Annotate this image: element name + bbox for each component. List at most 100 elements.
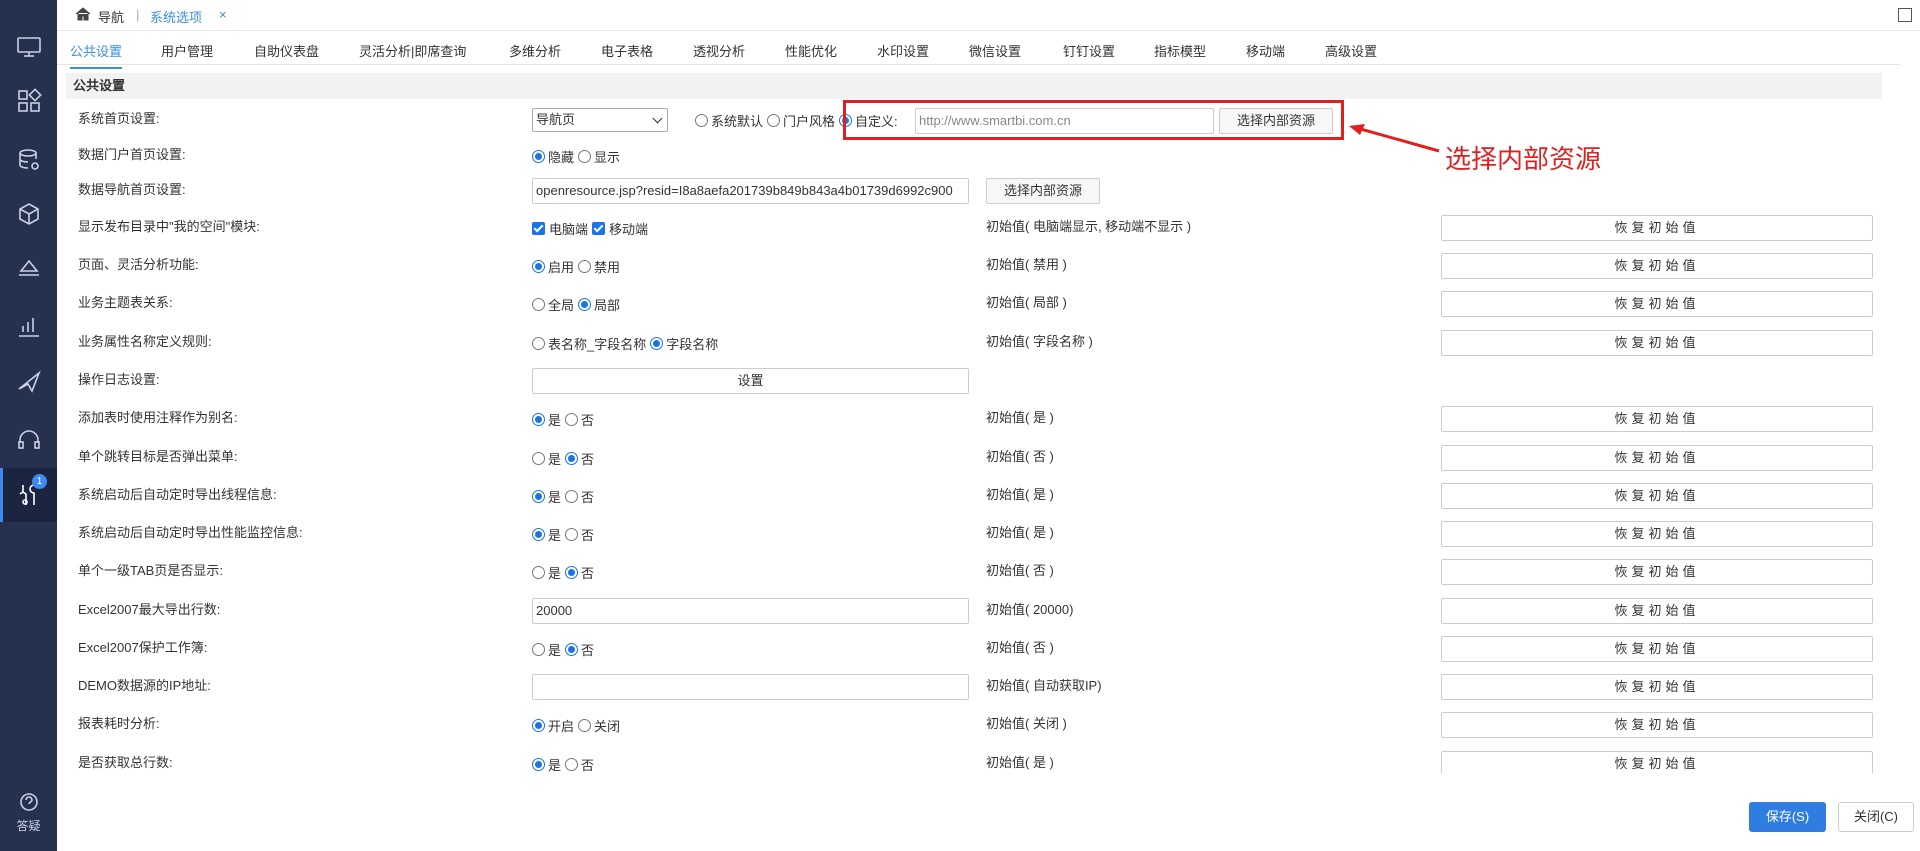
tab-metric-model[interactable]: 指标模型 bbox=[1154, 41, 1206, 60]
radio-yes[interactable]: 是 bbox=[532, 525, 561, 544]
reset-button[interactable]: 恢复初始值 bbox=[1441, 712, 1873, 738]
help-button[interactable]: 答疑 bbox=[0, 788, 57, 844]
radio-system-default[interactable]: 系统默认 bbox=[695, 111, 763, 130]
reset-button[interactable]: 恢复初始值 bbox=[1441, 598, 1873, 624]
reset-button[interactable]: 恢复初始值 bbox=[1441, 406, 1873, 432]
reset-button[interactable]: 恢复初始值 bbox=[1441, 674, 1873, 700]
radio-table-field[interactable]: 表名称_字段名称 bbox=[532, 334, 646, 353]
sidebar-item-monitor[interactable] bbox=[0, 20, 57, 74]
excel-max-rows-input[interactable]: 20000 bbox=[532, 598, 969, 624]
tab-dingtalk[interactable]: 钉钉设置 bbox=[1063, 41, 1115, 60]
sidebar-item-data[interactable] bbox=[0, 133, 57, 187]
home-icon[interactable] bbox=[75, 6, 91, 22]
save-button[interactable]: 保存(S) bbox=[1749, 802, 1826, 832]
reset-button[interactable]: 恢复初始值 bbox=[1441, 445, 1873, 471]
radio-no[interactable]: 否 bbox=[565, 640, 594, 659]
thread-options: 是 否 bbox=[532, 484, 598, 508]
sidebar-item-analysis[interactable] bbox=[0, 241, 57, 295]
radio-yes[interactable]: 是 bbox=[532, 563, 561, 582]
close-button[interactable]: 关闭(C) bbox=[1838, 802, 1914, 832]
checkbox-mobile[interactable]: 移动端 bbox=[592, 219, 648, 238]
question-icon bbox=[19, 793, 38, 811]
radio-global[interactable]: 全局 bbox=[532, 295, 574, 314]
tab-multidim-analysis[interactable]: 多维分析 bbox=[509, 41, 561, 60]
tab-spreadsheet[interactable]: 电子表格 bbox=[601, 41, 653, 60]
demo-ip-input[interactable] bbox=[532, 674, 969, 700]
radio-no[interactable]: 否 bbox=[565, 525, 594, 544]
radio-show[interactable]: 显示 bbox=[578, 147, 620, 166]
reset-button[interactable]: 恢复初始值 bbox=[1441, 559, 1873, 585]
reset-button[interactable]: 恢复初始值 bbox=[1441, 253, 1873, 279]
tab-self-dashboard[interactable]: 自助仪表盘 bbox=[254, 41, 319, 60]
row-jump-menu: 单个跳转目标是否弹出菜单: 是 否 初始值( 否 ) 恢复初始值 bbox=[57, 442, 1900, 472]
attr-options: 表名称_字段名称 字段名称 bbox=[532, 331, 722, 355]
home-page-select[interactable]: 导航页 bbox=[532, 108, 668, 132]
radio-disable[interactable]: 禁用 bbox=[578, 257, 620, 276]
tab-mobile[interactable]: 移动端 bbox=[1246, 41, 1285, 60]
radio-no[interactable]: 否 bbox=[565, 410, 594, 429]
radio-no[interactable]: 否 bbox=[565, 563, 594, 582]
radio-portal-style[interactable]: 门户风格 bbox=[767, 111, 835, 130]
tab-watermark[interactable]: 水印设置 bbox=[877, 41, 929, 60]
radio-no[interactable]: 否 bbox=[565, 487, 594, 506]
setting-label: 系统启动后自动定时导出性能监控信息: bbox=[78, 525, 303, 540]
row-demo-ip: DEMO数据源的IP地址: 初始值( 自动获取IP) 恢复初始值 bbox=[57, 671, 1900, 701]
row-single-tab: 单个一级TAB页是否显示: 是 否 初始值( 否 ) 恢复初始值 bbox=[57, 556, 1900, 586]
radio-no[interactable]: 否 bbox=[565, 449, 594, 468]
tab-performance[interactable]: 性能优化 bbox=[785, 41, 837, 60]
radio-field[interactable]: 字段名称 bbox=[650, 334, 718, 353]
checkbox-pc[interactable]: 电脑端 bbox=[532, 219, 588, 238]
radio-yes[interactable]: 是 bbox=[532, 410, 561, 429]
sidebar-item-service[interactable] bbox=[0, 413, 57, 467]
maximize-icon[interactable] bbox=[1898, 8, 1912, 22]
setting-label: DEMO数据源的IP地址: bbox=[78, 678, 211, 693]
initial-value: 初始值( 是 ) bbox=[986, 487, 1054, 502]
radio-off[interactable]: 关闭 bbox=[578, 716, 620, 735]
row-my-space: 显示发布目录中"我的空间"模块: 电脑端 移动端 初始值( 电脑端显示, 移动端… bbox=[57, 212, 1900, 242]
sidebar-item-dashboard[interactable] bbox=[0, 74, 57, 128]
nav-home-input[interactable]: openresource.jsp?resid=I8a8aefa201739b84… bbox=[532, 178, 969, 204]
reset-button[interactable]: 恢复初始值 bbox=[1441, 521, 1873, 547]
reset-button[interactable]: 恢复初始值 bbox=[1441, 751, 1873, 773]
scrollbar-track[interactable] bbox=[1900, 31, 1920, 773]
select-value: 导航页 bbox=[536, 112, 576, 127]
radio-yes[interactable]: 是 bbox=[532, 449, 561, 468]
tab-public-settings[interactable]: 公共设置 bbox=[70, 41, 123, 69]
close-tab-icon[interactable]: × bbox=[219, 7, 227, 22]
radio-yes[interactable]: 是 bbox=[532, 487, 561, 506]
reset-button[interactable]: 恢复初始值 bbox=[1441, 291, 1873, 317]
setting-label: 业务主题表关系: bbox=[78, 295, 173, 310]
select-internal-resource-button-2[interactable]: 选择内部资源 bbox=[986, 178, 1100, 204]
tab-user-management[interactable]: 用户管理 bbox=[161, 41, 213, 60]
reset-button[interactable]: 恢复初始值 bbox=[1441, 215, 1873, 241]
radio-yes[interactable]: 是 bbox=[532, 640, 561, 659]
tab-advanced[interactable]: 高级设置 bbox=[1325, 41, 1377, 60]
breadcrumb-current-tab[interactable]: 系统选项 bbox=[150, 7, 202, 26]
sidebar-item-model[interactable] bbox=[0, 187, 57, 241]
setting-label: 数据门户首页设置: bbox=[78, 147, 186, 162]
breadcrumb-home[interactable]: 导航 bbox=[98, 7, 124, 26]
reset-button[interactable]: 恢复初始值 bbox=[1441, 483, 1873, 509]
tab-flex-analysis[interactable]: 灵活分析|即席查询 bbox=[359, 41, 466, 60]
sidebar-item-report[interactable] bbox=[0, 300, 57, 354]
tab-wechat[interactable]: 微信设置 bbox=[969, 41, 1021, 60]
grid-icon bbox=[17, 88, 42, 112]
setting-label: 显示发布目录中"我的空间"模块: bbox=[78, 219, 260, 234]
portal-options: 隐藏 显示 bbox=[532, 144, 624, 168]
sidebar-item-publish[interactable] bbox=[0, 355, 57, 409]
reset-button[interactable]: 恢复初始值 bbox=[1441, 330, 1873, 356]
cube-icon bbox=[18, 203, 39, 225]
radio-hide[interactable]: 隐藏 bbox=[532, 147, 574, 166]
headset-icon bbox=[17, 430, 40, 449]
radio-on[interactable]: 开启 bbox=[532, 716, 574, 735]
row-report-timing: 报表耗时分析: 开启 关闭 初始值( 关闭 ) 恢复初始值 bbox=[57, 709, 1900, 739]
tab-pivot-analysis[interactable]: 透视分析 bbox=[693, 41, 745, 60]
radio-no[interactable]: 否 bbox=[565, 755, 594, 774]
radio-local[interactable]: 局部 bbox=[578, 295, 620, 314]
sidebar-item-system-tools[interactable]: 1 bbox=[0, 468, 57, 522]
oplog-settings-button[interactable]: 设置 bbox=[532, 368, 969, 394]
reset-button[interactable]: 恢复初始值 bbox=[1441, 636, 1873, 662]
radio-yes[interactable]: 是 bbox=[532, 755, 561, 774]
radio-enable[interactable]: 启用 bbox=[532, 257, 574, 276]
settings-tabs: 公共设置 用户管理 自助仪表盘 灵活分析|即席查询 多维分析 电子表格 透视分析… bbox=[57, 31, 1900, 69]
